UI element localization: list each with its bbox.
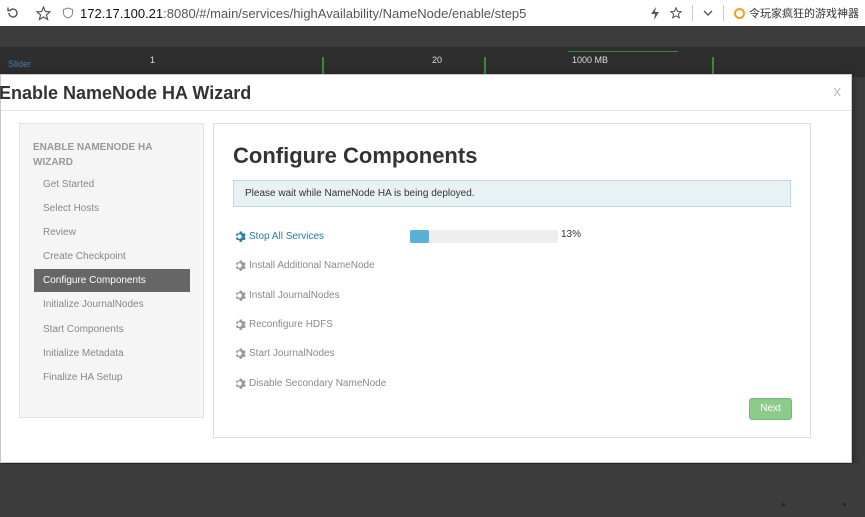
progress-fill [410, 230, 430, 243]
step-create-checkpoint[interactable]: Create Checkpoint [34, 245, 190, 268]
gear-icon [235, 290, 246, 301]
toolbar-divider [692, 5, 693, 21]
url-host: 172.17.100.21 [80, 5, 164, 21]
favorite-star-icon[interactable] [670, 7, 682, 19]
gear-icon [235, 378, 246, 389]
step-review[interactable]: Review [34, 221, 190, 244]
background-bar [322, 57, 324, 75]
task-install-additional-namenode: Install Additional NameNode [233, 256, 375, 274]
task-label: Reconfigure HDFS [249, 318, 333, 330]
next-button[interactable]: Next [749, 398, 792, 420]
task-disable-secondary-namenode: Disable Secondary NameNode [233, 374, 386, 392]
background-cell: 20 [432, 55, 443, 65]
task-label: Start JournalNodes [249, 347, 335, 359]
progress-percent: 13% [561, 229, 582, 240]
task-label: Install Additional NameNode [249, 259, 375, 271]
background-slider-label: Slider [8, 59, 32, 69]
task-stop-all-services[interactable]: Stop All Services [233, 227, 324, 245]
backdrop-dot [782, 503, 785, 506]
modal-backdrop [0, 464, 865, 517]
task-start-journalnodes: Start JournalNodes [233, 344, 335, 362]
step-initialize-journalnodes[interactable]: Initialize JournalNodes [34, 293, 190, 316]
toolbar-divider [723, 5, 724, 21]
search-circle-icon [734, 7, 745, 19]
task-reconfigure-hdfs: Reconfigure HDFS [233, 315, 333, 333]
url-path: :8080/#/main/services/highAvailability/N… [163, 5, 527, 21]
background-line [568, 51, 678, 52]
step-start-components[interactable]: Start Components [34, 318, 190, 341]
background-cell: 1000 MB [572, 55, 609, 65]
wizard-steps-sidebar: ENABLE NAMENODE HA WIZARD Get Started Se… [19, 123, 204, 418]
task-install-journalnodes: Install JournalNodes [233, 286, 340, 304]
lightning-icon[interactable] [650, 6, 660, 20]
task-progress-bar [410, 230, 558, 243]
gear-icon [235, 260, 246, 271]
gear-icon [235, 348, 246, 359]
step-finalize-ha-setup[interactable]: Finalize HA Setup [34, 366, 190, 389]
close-icon[interactable]: x [834, 83, 842, 100]
wizard-modal: Enable NameNode HA Wizard x ENABLE NAMEN… [0, 74, 852, 463]
modal-title: Enable NameNode HA Wizard [0, 83, 252, 103]
bookmark-star-icon[interactable] [32, 2, 54, 24]
backdrop-dot [843, 503, 846, 506]
gear-icon [235, 231, 246, 242]
chevron-down-icon[interactable] [703, 9, 713, 17]
task-label: Disable Secondary NameNode [249, 377, 387, 389]
step-get-started[interactable]: Get Started [34, 173, 190, 196]
search-suggestion-text: 令玩家疯狂的游戏神器 [749, 8, 859, 20]
search-suggestion[interactable]: 令玩家疯狂的游戏神器 [734, 5, 859, 21]
step-configure-components[interactable]: Configure Components [34, 269, 190, 292]
task-label: Install JournalNodes [249, 289, 340, 301]
sidebar-heading: ENABLE NAMENODE HA WIZARD [33, 142, 153, 168]
address-bar[interactable]: 172.17.100.21:8080/#/main/services/highA… [62, 6, 650, 21]
modal-header: Enable NameNode HA Wizard x [0, 75, 851, 111]
step-content-panel: Configure Components Please wait while N… [213, 123, 811, 438]
info-alert: Please wait while NameNode HA is being d… [233, 180, 791, 207]
task-label[interactable]: Stop All Services [249, 231, 324, 242]
step-select-hosts[interactable]: Select Hosts [34, 197, 190, 220]
gear-icon [235, 319, 246, 330]
browser-toolbar: 172.17.100.21:8080/#/main/services/highA… [0, 0, 865, 26]
background-bar [484, 57, 486, 75]
background-page: Slider 1 20 1000 MB [0, 47, 865, 77]
background-bar [712, 57, 714, 75]
step-initialize-metadata[interactable]: Initialize Metadata [34, 342, 190, 365]
reload-icon[interactable] [2, 2, 24, 24]
background-cell: 1 [150, 55, 156, 65]
security-shield-icon [63, 7, 73, 19]
page-title: Configure Components [233, 143, 478, 168]
